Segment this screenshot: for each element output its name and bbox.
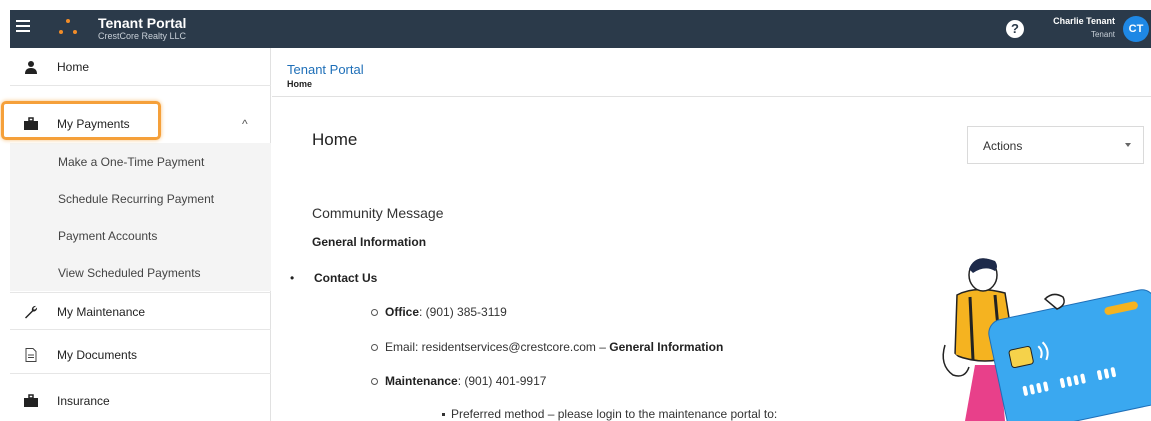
email-line: Email: residentservices@crestcore.com – … — [371, 340, 723, 354]
user-role: Tenant — [1090, 30, 1115, 39]
contact-us-heading: Contact Us — [314, 271, 378, 285]
sidebar-item-label: Insurance — [57, 394, 110, 408]
user-name[interactable]: Charlie Tenant — [1053, 16, 1115, 26]
avatar[interactable]: CT — [1123, 16, 1149, 42]
circle-bullet-icon — [371, 378, 378, 386]
menu-icon[interactable] — [16, 20, 30, 34]
sidebar-item-my-documents[interactable]: My Documents — [10, 336, 271, 374]
maintenance-line: Maintenance: (901) 401-9917 — [371, 374, 546, 388]
highlight-ring — [1, 101, 161, 140]
sidebar-item-label: Home — [57, 60, 90, 74]
breadcrumb: Tenant Portal Home — [272, 48, 1151, 97]
square-bullet-icon — [442, 413, 445, 417]
sidebar-item-label: My Documents — [57, 348, 138, 362]
sidebar-subitem-one-time-payment[interactable]: Make a One-Time Payment — [10, 143, 271, 180]
subitem-label: Payment Accounts — [58, 229, 158, 243]
logo-icon — [56, 18, 80, 40]
circle-bullet-icon — [371, 309, 378, 317]
app-title: Tenant Portal — [98, 15, 187, 31]
document-icon — [25, 348, 37, 362]
top-bar: Tenant Portal CrestCore Realty LLC ? Cha… — [10, 10, 1151, 48]
breadcrumb-link[interactable]: Tenant Portal — [287, 62, 364, 77]
email-text: Email: residentservices@crestcore.com – — [385, 340, 610, 354]
actions-label: Actions — [983, 139, 1023, 153]
office-line: Office: (901) 385-3119 — [371, 305, 507, 319]
circle-bullet-icon — [371, 344, 378, 352]
company-name: CrestCore Realty LLC — [98, 31, 187, 41]
chevron-up-icon[interactable]: ^ — [242, 117, 248, 131]
help-icon[interactable]: ? — [1006, 20, 1024, 38]
sidebar-subitem-payment-accounts[interactable]: Payment Accounts — [10, 217, 271, 254]
general-info-heading: General Information — [312, 235, 427, 249]
subitem-label: Make a One-Time Payment — [58, 155, 205, 169]
wrench-icon — [25, 305, 38, 319]
page-title: Home — [312, 130, 358, 149]
sidebar-subitem-scheduled-payments[interactable]: View Scheduled Payments — [10, 254, 271, 291]
office-phone: : (901) 385-3119 — [419, 305, 507, 319]
bullet-icon: • — [290, 271, 295, 285]
email-general-info: General Information — [609, 340, 724, 354]
sidebar-item-insurance[interactable]: Insurance — [10, 382, 271, 420]
user-icon — [25, 61, 37, 74]
actions-dropdown[interactable]: Actions — [967, 126, 1144, 164]
sidebar-item-my-maintenance[interactable]: My Maintenance — [10, 292, 271, 330]
maintenance-phone: : (901) 401-9917 — [457, 374, 547, 388]
community-message-title: Community Message — [312, 205, 444, 221]
subitem-label: View Scheduled Payments — [58, 266, 201, 280]
sidebar-item-label: My Maintenance — [57, 305, 146, 319]
maintenance-label: Maintenance — [385, 374, 458, 388]
caret-down-icon — [1125, 143, 1131, 147]
office-label: Office — [385, 305, 420, 319]
sidebar-item-home[interactable]: Home — [10, 48, 271, 86]
briefcase-icon — [24, 394, 38, 407]
sidebar-subitem-recurring-payment[interactable]: Schedule Recurring Payment — [10, 180, 271, 217]
breadcrumb-current: Home — [287, 79, 313, 89]
credit-card-illustration — [942, 258, 1151, 421]
preferred-text: Preferred method – please login to the m… — [451, 407, 778, 421]
preferred-method-line: Preferred method – please login to the m… — [442, 407, 777, 421]
subitem-label: Schedule Recurring Payment — [58, 192, 215, 206]
